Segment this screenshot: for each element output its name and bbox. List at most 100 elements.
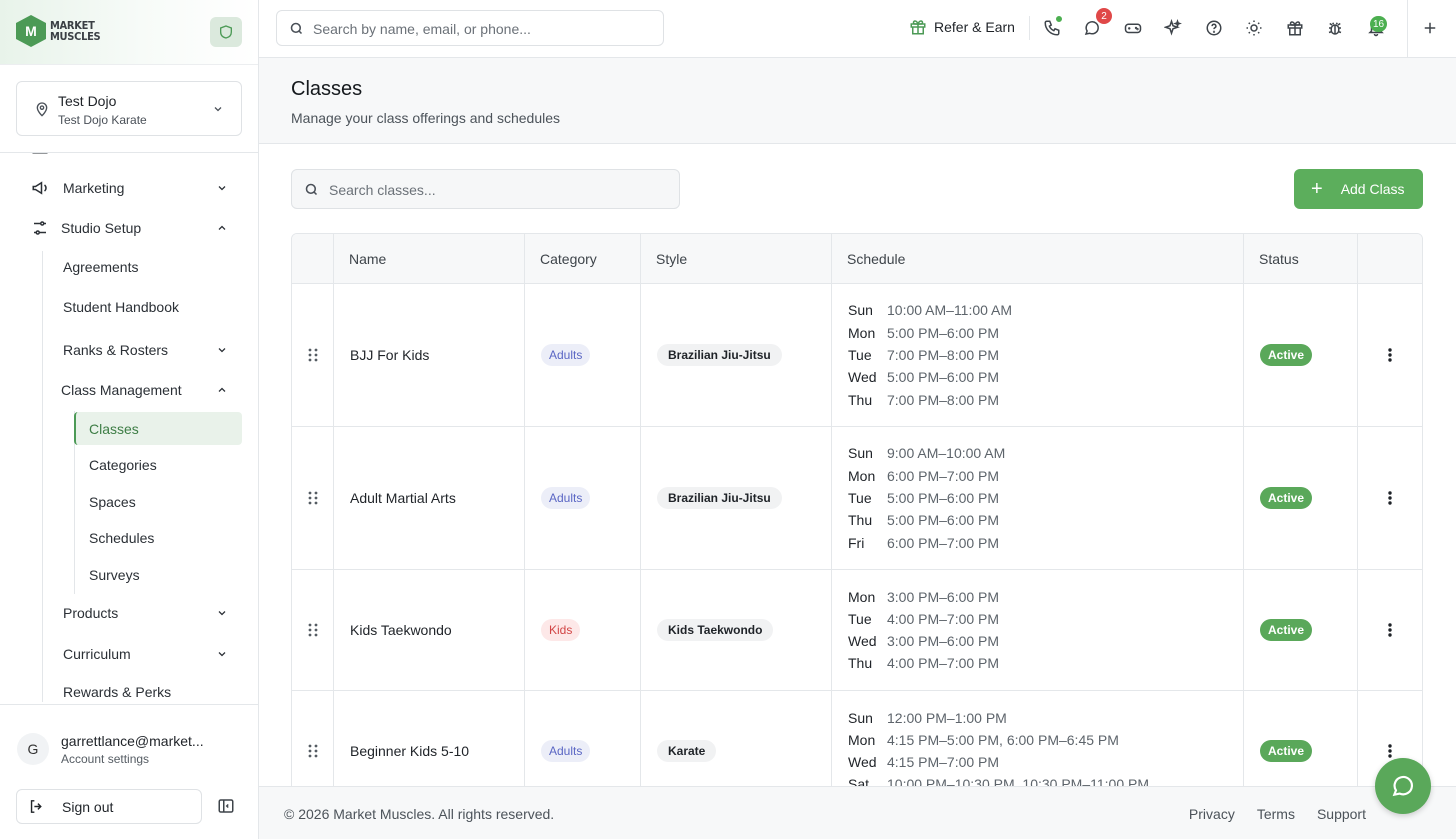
status-badge: Active <box>1260 487 1313 509</box>
plus-icon: + <box>1311 178 1323 200</box>
global-search[interactable] <box>276 10 664 46</box>
table-row[interactable]: BJJ For Kids Adults Brazilian Jiu-Jitsu … <box>292 284 1422 427</box>
column-header-name[interactable]: Name <box>333 234 386 284</box>
category-badge: Adults <box>541 740 591 762</box>
schedule-line: Mon 6:00 PM–7:00 PM <box>848 467 1000 484</box>
schedule-line: Thu 5:00 PM–6:00 PM <box>848 512 1000 529</box>
style-badge: Brazilian Jiu-Jitsu <box>657 344 782 366</box>
table-row[interactable]: Kids Taekwondo Kids Kids Taekwondo Mon 3:… <box>292 570 1422 691</box>
gamepad-icon[interactable] <box>1124 19 1142 37</box>
drag-handle-icon[interactable] <box>292 570 333 690</box>
chevron-down-icon <box>218 186 226 191</box>
sidebar-item-ranks-rosters[interactable]: Ranks & Rosters <box>63 340 242 360</box>
schedule-cell: Sun 12:00 PM–1:00 PM Mon 4:15 PM–5:00 PM, … <box>848 691 1149 786</box>
class-name[interactable]: Adult Martial Arts <box>350 427 456 569</box>
sidebar-item-spaces[interactable]: Spaces <box>89 494 136 510</box>
chevron-down-icon <box>218 611 226 616</box>
user-email[interactable]: garrettlance@market... <box>61 733 204 749</box>
location-selector[interactable]: Test Dojo Test Dojo Karate <box>16 81 242 136</box>
category-cell: Kids <box>541 570 581 690</box>
status-badge: Active <box>1260 740 1313 762</box>
column-header-status[interactable]: Status <box>1243 234 1299 284</box>
sidebar-item-rewards[interactable]: Rewards & Perks <box>63 684 171 700</box>
sidebar-item-student-handbook[interactable]: Student Handbook <box>63 299 179 315</box>
table-row[interactable]: Adult Martial Arts Adults Brazilian Jiu-… <box>292 427 1422 570</box>
class-name[interactable]: BJJ For Kids <box>350 284 429 426</box>
sidebar-item-products[interactable]: Products <box>63 603 242 623</box>
sparkles-icon[interactable] <box>1164 19 1182 37</box>
tree-guide <box>42 251 43 702</box>
sidebar-item-categories[interactable]: Categories <box>89 457 157 473</box>
schedule-line: Mon 4:15 PM–5:00 PM, 6:00 PM–6:45 PM <box>848 731 1119 748</box>
divider <box>1029 16 1030 40</box>
brand-header: M MARKET MUSCLES <box>0 0 258 65</box>
avatar[interactable]: G <box>17 733 49 765</box>
main-content: + Add Class Name Category Style Schedule… <box>259 145 1456 786</box>
location-subname: Test Dojo Karate <box>58 113 147 127</box>
user-panel: G garrettlance@market... Account setting… <box>0 704 258 839</box>
plus-icon[interactable] <box>1421 19 1439 37</box>
sidebar-item-schedules[interactable]: Schedules <box>89 530 154 546</box>
row-menu-icon[interactable] <box>1377 570 1403 690</box>
notifications-badge: 16 <box>1370 16 1388 32</box>
class-name[interactable]: Beginner Kids 5-10 <box>350 691 469 786</box>
category-cell: Adults <box>541 427 591 569</box>
style-cell: Brazilian Jiu-Jitsu <box>657 284 782 426</box>
chat-button[interactable] <box>1375 758 1431 814</box>
sidebar-item-label: Marketing <box>63 180 125 196</box>
drag-handle-icon[interactable] <box>292 691 333 786</box>
support-link[interactable]: Support <box>1317 806 1366 822</box>
sidebar-collapse-icon[interactable] <box>217 797 235 815</box>
row-menu-icon[interactable] <box>1377 427 1403 569</box>
global-search-input[interactable] <box>313 19 643 39</box>
sidebar-item-surveys[interactable]: Surveys <box>89 567 140 583</box>
sidebar-item-agreements[interactable]: Agreements <box>63 259 138 275</box>
footer: © 2026 Market Muscles. All rights reserv… <box>259 786 1456 839</box>
schedule-line: Tue 5:00 PM–6:00 PM <box>848 489 1000 506</box>
account-settings-link[interactable]: Account settings <box>61 752 149 766</box>
drag-handle-icon[interactable] <box>292 427 333 569</box>
class-name[interactable]: Kids Taekwondo <box>350 570 452 690</box>
megaphone-icon <box>32 181 47 195</box>
status-cell: Active <box>1260 284 1313 426</box>
search-icon <box>290 22 303 35</box>
style-cell: Brazilian Jiu-Jitsu <box>657 427 782 569</box>
drag-handle-icon[interactable] <box>292 284 333 426</box>
style-badge: Karate <box>657 740 717 762</box>
sidebar-item-curriculum[interactable]: Curriculum <box>63 644 242 664</box>
terms-link[interactable]: Terms <box>1257 806 1295 822</box>
class-search-input[interactable] <box>329 180 659 200</box>
page-header: Classes Manage your class offerings and … <box>259 58 1456 144</box>
sidebar-item-classes[interactable]: Classes <box>89 421 139 437</box>
help-icon[interactable] <box>1205 19 1223 37</box>
sidebar-item-marketing[interactable]: Marketing <box>31 178 242 198</box>
class-search[interactable] <box>291 169 680 209</box>
bug-icon[interactable] <box>1326 19 1344 37</box>
gift-icon[interactable] <box>1286 19 1304 37</box>
row-menu-icon[interactable] <box>1377 284 1403 426</box>
sun-icon[interactable] <box>1245 19 1263 37</box>
schedule-line: Wed 3:00 PM–6:00 PM <box>848 633 1000 650</box>
sign-out-button[interactable]: Sign out <box>16 789 202 824</box>
logout-icon <box>30 800 42 813</box>
schedule-line: Wed 5:00 PM–6:00 PM <box>848 369 1000 386</box>
column-header-schedule[interactable]: Schedule <box>831 234 905 284</box>
status-cell: Active <box>1260 570 1313 690</box>
sidebar-item-class-management[interactable]: Class Management <box>61 380 242 400</box>
schedule-line: Tue 7:00 PM–8:00 PM <box>848 346 1000 363</box>
shield-icon <box>220 25 232 39</box>
schedule-cell: Sun 9:00 AM–10:00 AM Mon 6:00 PM–7:00 PM T… <box>848 427 1005 569</box>
chevron-down-icon <box>218 348 226 353</box>
column-header-style[interactable]: Style <box>640 234 687 284</box>
logo[interactable]: M MARKET MUSCLES <box>16 15 101 47</box>
sidebar-item-studio-setup[interactable]: Studio Setup <box>31 218 242 238</box>
schedule-line: Sun 9:00 AM–10:00 AM <box>848 445 1006 462</box>
page-title: Classes <box>291 78 363 100</box>
shield-button[interactable] <box>210 17 242 47</box>
add-class-button[interactable]: + Add Class <box>1294 169 1423 209</box>
column-header-category[interactable]: Category <box>524 234 597 284</box>
refer-earn-button[interactable]: Refer & Earn <box>909 18 1015 36</box>
logo-wordmark: MARKET MUSCLES <box>50 19 101 43</box>
privacy-link[interactable]: Privacy <box>1189 806 1235 822</box>
table-row[interactable]: Beginner Kids 5-10 Adults Karate Sun 12:0… <box>292 691 1422 786</box>
